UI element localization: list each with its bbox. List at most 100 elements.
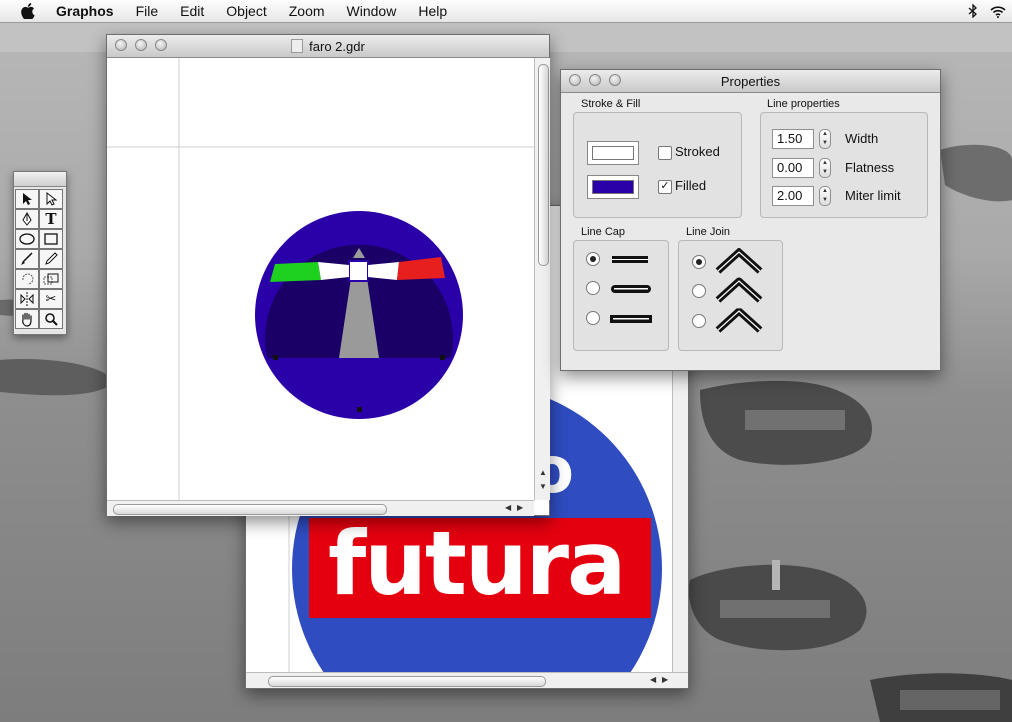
hand-icon[interactable] [15,309,39,329]
menu-file[interactable]: File [125,0,170,22]
round-join-radio[interactable] [692,284,706,298]
bluetooth-icon[interactable] [968,4,978,18]
menu-edit[interactable]: Edit [169,0,215,22]
ellipse-icon[interactable] [15,229,39,249]
stroked-checkbox[interactable] [658,146,672,160]
line-properties-group: 1.50 ▲ ▼ Width 0.00 ▲ ▼ Flatness 2.00 ▲ ▼ M… [760,112,928,218]
white-beam-right [368,262,399,280]
stroke-fill-label: Stroke & Fill [581,98,641,110]
selection-handle [357,407,362,412]
miter-limit-label: Miter limit [845,188,901,203]
zoom-icon[interactable] [39,309,63,329]
menu-zoom[interactable]: Zoom [278,0,336,22]
pencil-icon[interactable] [39,249,63,269]
document-vertical-thumb[interactable] [538,64,549,266]
round-cap-icon [611,285,651,293]
apple-icon [21,3,35,19]
text-tool-glyph: T [45,210,57,228]
miter-limit-stepper[interactable]: ▲ ▼ [819,186,831,206]
document-window[interactable]: faro 2.gdr ▲ ▼ ◀ ▶ [106,34,550,516]
miter-join-icon [715,248,763,274]
properties-zoom-button[interactable] [609,74,621,86]
close-button[interactable] [115,39,127,51]
width-stepper[interactable]: ▲ ▼ [819,129,831,149]
scroll-left-icon[interactable]: ◀ [505,503,511,512]
apple-menu[interactable] [0,3,56,19]
round-cap-radio[interactable] [586,281,600,295]
background-horizontal-scrollbar[interactable]: ◀ ▶ [246,672,688,688]
fill-color-fill [592,180,634,194]
properties-titlebar[interactable]: Properties [561,70,940,93]
scroll-down-icon[interactable]: ▼ [539,482,547,491]
properties-panel: Properties Stroke & Fill Stroked ✓ Fille… [560,69,941,371]
bevel-join-radio[interactable] [692,314,706,328]
stroke-color-swatch[interactable] [587,141,639,165]
stroke-fill-group: Stroked ✓ Filled [573,112,742,218]
wifi-icon[interactable] [990,5,1006,18]
stroke-color-fill [592,146,634,160]
scale-icon[interactable] [39,269,63,289]
menu-object[interactable]: Object [215,0,277,22]
scissors-icon[interactable]: ✂ [39,289,63,309]
document-icon [291,39,304,53]
white-beam-left [318,262,349,280]
line-cap-group [573,240,669,351]
direct-select-icon[interactable] [39,189,63,209]
scroll-left-icon[interactable]: ◀ [650,675,656,684]
butt-cap-radio[interactable] [586,252,600,266]
properties-title: Properties [720,73,781,89]
flatness-label: Flatness [845,160,895,175]
line-cap-label: Line Cap [581,226,626,238]
flatness-field[interactable]: 0.00 [772,158,814,178]
square-cap-icon [610,315,652,323]
round-join-icon [715,277,763,303]
width-field[interactable]: 1.50 [772,129,814,149]
bevel-join-icon [715,308,763,333]
palette-titlebar[interactable] [14,172,66,187]
futura-logo-word: futura [328,512,626,615]
reflect-icon[interactable] [15,289,39,309]
square-cap-radio[interactable] [586,311,600,325]
miter-join-radio[interactable] [692,255,706,269]
app-menu[interactable]: Graphos [56,0,125,22]
line-join-label: Line Join [686,226,731,238]
rotate-icon[interactable] [15,269,39,289]
filled-checkbox[interactable]: ✓ [658,180,672,194]
line-properties-label: Line properties [767,98,840,110]
pen-icon[interactable] [15,209,39,229]
menu-window[interactable]: Window [336,0,408,22]
width-label: Width [845,131,879,146]
zoom-button[interactable] [155,39,167,51]
document-titlebar[interactable]: faro 2.gdr [107,35,549,58]
selection-handle [440,355,445,360]
scroll-right-icon[interactable]: ▶ [517,503,523,512]
menu-bar: Graphos File Edit Object Zoom Window Hel… [0,0,1012,23]
minimize-button[interactable] [135,39,147,51]
scroll-right-icon[interactable]: ▶ [662,675,668,684]
document-vertical-scrollbar[interactable]: ▲ ▼ [534,58,550,500]
drawing-canvas[interactable] [107,58,534,500]
background-scroll-thumb[interactable] [268,676,546,687]
filled-label: Filled [675,178,707,193]
tool-palette: T ✂ [13,171,67,335]
properties-close-button[interactable] [569,74,581,86]
brush-icon[interactable] [15,249,39,269]
properties-minimize-button[interactable] [589,74,601,86]
selection-handle [273,355,278,360]
arrow-select-icon[interactable] [15,189,39,209]
document-title: faro 2.gdr [309,38,365,54]
lighthouse-logo[interactable] [255,211,463,419]
miter-limit-field[interactable]: 2.00 [772,186,814,206]
document-horizontal-thumb[interactable] [113,504,387,515]
menu-help[interactable]: Help [407,0,458,22]
green-beam [270,262,321,282]
butt-cap-icon [612,256,648,263]
fill-color-swatch[interactable] [587,175,639,199]
text-icon[interactable]: T [39,209,63,229]
scroll-up-icon[interactable]: ▲ [539,468,547,477]
document-horizontal-scrollbar[interactable]: ◀ ▶ [107,500,534,516]
rectangle-icon[interactable] [39,229,63,249]
stroked-label: Stroked [675,144,720,159]
flatness-stepper[interactable]: ▲ ▼ [819,158,831,178]
lighthouse-lantern [348,260,369,282]
